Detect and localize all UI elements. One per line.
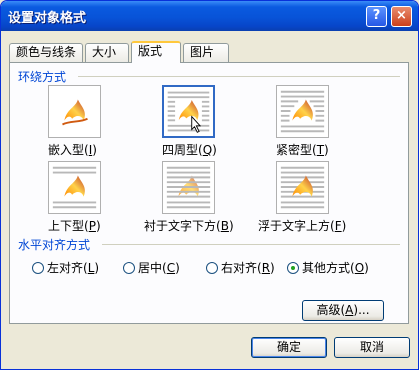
close-button[interactable]: × [391,6,412,27]
title-bar[interactable]: 设置对象格式 ? × [1,1,418,31]
radio-button [206,262,218,274]
divider [78,76,400,77]
tight-wrap-icon [276,85,329,138]
tab-size[interactable]: 大小 [85,43,129,62]
radio-button-checked [287,262,299,274]
wrapping-group-label: 环绕方式 [18,70,67,84]
radio-align-center[interactable]: 居中(C) [123,259,180,276]
wrap-label-in-front-of-text: 浮于文字上方(F) [258,219,347,233]
alignment-group-label: 水平对齐方式 [18,238,91,252]
wrap-label-behind-text: 衬于文字下方(B) [144,219,234,233]
close-icon: × [396,8,407,23]
ok-button[interactable]: 确定 [251,337,327,358]
wrap-label-inline: 嵌入型(I) [48,143,97,157]
radio-align-right[interactable]: 右对齐(R) [206,259,275,276]
inline-wrap-icon [48,85,101,138]
square-wrap-icon [162,85,215,138]
help-button[interactable]: ? [366,6,387,27]
behind-text-icon [162,161,215,214]
divider [102,244,400,245]
radio-button [123,262,135,274]
layout-panel: 环绕方式 嵌入型(I) 四周型(Q) 紧密型(T) 上下型(P) 衬于文字下方(… [9,62,409,324]
tab-layout[interactable]: 版式 [131,41,181,63]
radio-button [32,262,44,274]
cancel-button[interactable]: 取消 [334,337,410,358]
radio-align-left[interactable]: 左对齐(L) [32,259,99,276]
format-object-dialog: 设置对象格式 ? × 颜色与线条 大小 版式 图片 环绕方式 嵌入型(I) 四周… [0,0,419,370]
tab-color-lines[interactable]: 颜色与线条 [9,43,83,62]
wrap-label-tight: 紧密型(T) [276,143,329,157]
advanced-button[interactable]: 高级(A)... [302,300,384,321]
top-bottom-wrap-icon [48,161,101,214]
in-front-of-text-icon [276,161,329,214]
tab-picture[interactable]: 图片 [183,43,229,62]
radio-align-other[interactable]: 其他方式(O) [287,259,369,276]
dialog-title: 设置对象格式 [8,11,87,26]
wrap-label-top-bottom: 上下型(P) [48,219,101,233]
wrap-label-square: 四周型(Q) [162,143,217,157]
help-icon: ? [372,8,381,23]
